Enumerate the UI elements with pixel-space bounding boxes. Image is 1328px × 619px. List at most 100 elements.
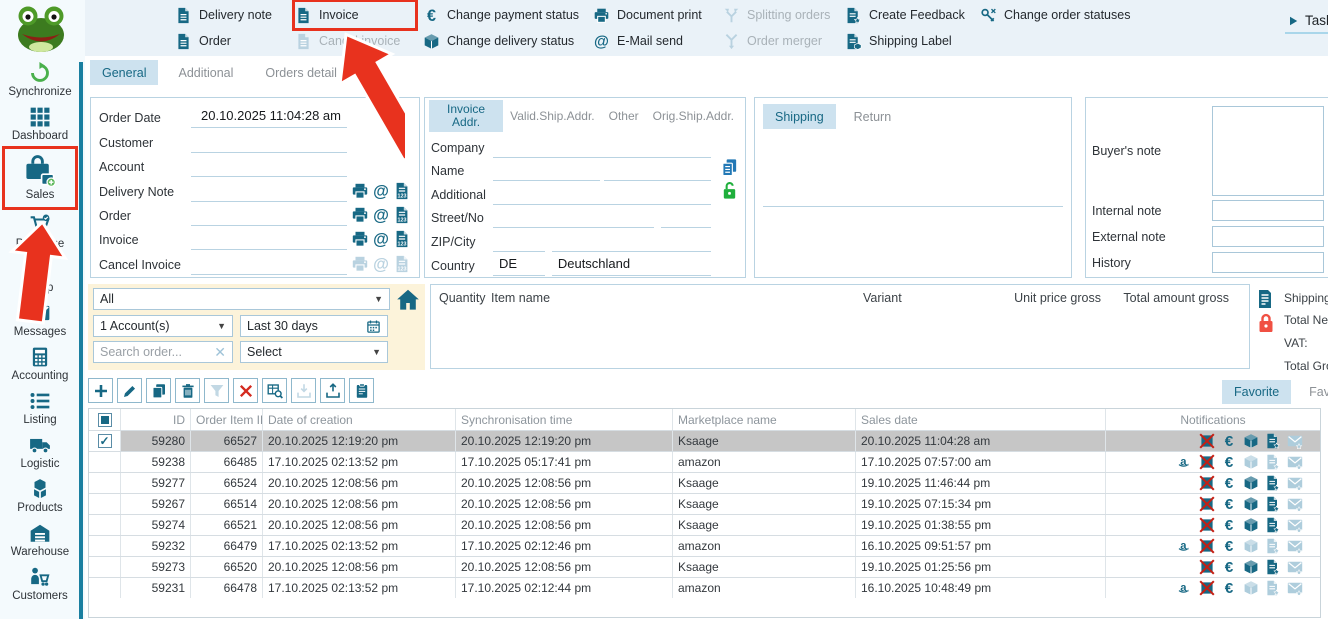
copy-table-button[interactable] bbox=[349, 378, 374, 403]
status-filter-select[interactable]: All ▼ bbox=[93, 288, 390, 310]
additional-input-0[interactable] bbox=[493, 185, 711, 205]
internal-note-input[interactable] bbox=[1212, 200, 1324, 221]
order-date-input[interactable]: 20.10.2025 11:04:28 am bbox=[191, 108, 347, 128]
shipping-box-icon[interactable] bbox=[1243, 496, 1259, 512]
buyers-note-textarea[interactable] bbox=[1212, 106, 1324, 196]
company-input-0[interactable] bbox=[493, 138, 711, 158]
shipping-box-icon[interactable] bbox=[1243, 538, 1259, 554]
row-checkbox[interactable] bbox=[89, 557, 121, 577]
address-tab-invoice-addr[interactable]: InvoiceAddr. bbox=[429, 100, 503, 132]
view-tab-favorite-1[interactable]: Favorite bbox=[1297, 380, 1328, 404]
order-row-59231[interactable]: 592316647817.10.2025 02:13:52 pm17.10.20… bbox=[89, 578, 1320, 599]
toolbar-item-change-delivery-status[interactable]: Change delivery status bbox=[423, 28, 585, 54]
header-order-item-id[interactable]: Order Item ID bbox=[191, 409, 263, 430]
cancel-order-icon[interactable] bbox=[1199, 433, 1215, 449]
invoice-input[interactable] bbox=[191, 230, 347, 250]
clear-button[interactable] bbox=[233, 378, 258, 403]
toolbar-item-change-order-statuses[interactable]: Change order statuses bbox=[980, 2, 1142, 28]
home-icon[interactable] bbox=[395, 288, 421, 312]
zip-city-input-1[interactable] bbox=[552, 232, 711, 252]
row-checkbox[interactable] bbox=[89, 515, 121, 535]
invoice-doc-icon[interactable] bbox=[1265, 433, 1281, 449]
payment-euro-icon[interactable]: € bbox=[1221, 538, 1237, 554]
account-input[interactable] bbox=[191, 157, 347, 177]
cancel-invoice-input[interactable] bbox=[191, 255, 347, 275]
row-checkbox[interactable]: ✓ bbox=[89, 431, 121, 451]
invoice-doc-icon[interactable] bbox=[1265, 559, 1281, 575]
filter-button[interactable] bbox=[204, 378, 229, 403]
toolbar-item-splitting-orders[interactable]: Splitting orders bbox=[723, 2, 837, 28]
name-input-1[interactable] bbox=[604, 161, 711, 181]
email-envelope-icon[interactable] bbox=[1287, 433, 1303, 449]
cancel-order-icon[interactable] bbox=[1199, 559, 1215, 575]
sidebar-item-warehouse[interactable]: Warehouse bbox=[2, 518, 78, 562]
email-envelope-icon[interactable] bbox=[1287, 580, 1303, 596]
cancel-order-icon[interactable] bbox=[1199, 538, 1215, 554]
customer-input[interactable] bbox=[191, 133, 347, 153]
zip-city-input-0[interactable] bbox=[493, 232, 545, 252]
cancel-order-icon[interactable] bbox=[1199, 454, 1215, 470]
row-checkbox[interactable] bbox=[89, 536, 121, 556]
view-tab-favorite-0[interactable]: Favorite bbox=[1222, 380, 1291, 404]
order-row-59273[interactable]: 592736652020.10.2025 12:08:56 pm20.10.20… bbox=[89, 557, 1320, 578]
invoice-doc-icon[interactable] bbox=[1265, 475, 1281, 491]
toolbar-item-order[interactable]: Order bbox=[175, 28, 287, 54]
cancel-order-icon[interactable] bbox=[1199, 580, 1215, 596]
sidebar-item-customers[interactable]: Customers bbox=[2, 562, 78, 606]
export-button[interactable] bbox=[320, 378, 345, 403]
email-envelope-icon[interactable] bbox=[1287, 496, 1303, 512]
edit-button[interactable] bbox=[117, 378, 142, 403]
payment-euro-icon[interactable]: € bbox=[1221, 475, 1237, 491]
invoice-doc-icon[interactable] bbox=[1265, 580, 1281, 596]
shipping-box-icon[interactable] bbox=[1243, 475, 1259, 491]
toolbar-item-shipping-label[interactable]: Shipping Label bbox=[845, 28, 972, 54]
copy-address-icon[interactable] bbox=[720, 158, 739, 177]
email-envelope-icon[interactable] bbox=[1287, 517, 1303, 533]
header-id[interactable]: ID bbox=[121, 409, 191, 430]
external-note-input[interactable] bbox=[1212, 226, 1324, 247]
select-all-checkbox[interactable] bbox=[89, 409, 121, 430]
header-synchronisation-time[interactable]: Synchronisation time bbox=[456, 409, 673, 430]
invoice-doc-icon[interactable] bbox=[1265, 517, 1281, 533]
tasks-button[interactable]: Tasks bbox=[1285, 11, 1328, 34]
header-marketplace-name[interactable]: Marketplace name bbox=[673, 409, 856, 430]
toolbar-item-document-print[interactable]: Document print bbox=[593, 2, 715, 28]
payment-euro-icon[interactable]: € bbox=[1221, 580, 1237, 596]
select-filter[interactable]: Select ▼ bbox=[240, 341, 388, 363]
cancel-order-icon[interactable] bbox=[1199, 496, 1215, 512]
payment-euro-icon[interactable]: € bbox=[1221, 559, 1237, 575]
payment-euro-icon[interactable]: € bbox=[1221, 496, 1237, 512]
row-checkbox[interactable] bbox=[89, 494, 121, 514]
delivery-note-input[interactable] bbox=[191, 182, 347, 202]
toolbar-item-delivery-note[interactable]: Delivery note bbox=[175, 2, 287, 28]
unlock-icon[interactable] bbox=[720, 181, 739, 200]
search-table-button[interactable] bbox=[262, 378, 287, 403]
payment-euro-icon[interactable]: € bbox=[1221, 454, 1237, 470]
tab-orders-detail[interactable]: Orders detail bbox=[253, 60, 349, 85]
history-input[interactable] bbox=[1212, 252, 1324, 273]
toolbar-item-e-mail-send[interactable]: @E-Mail send bbox=[593, 28, 715, 54]
accounts-filter-select[interactable]: 1 Account(s) ▼ bbox=[93, 315, 233, 337]
payment-euro-icon[interactable]: € bbox=[1221, 433, 1237, 449]
sidebar-scrollbar[interactable] bbox=[79, 62, 83, 619]
payment-euro-icon[interactable]: € bbox=[1221, 517, 1237, 533]
order-row-59238[interactable]: 592386648517.10.2025 02:13:52 pm17.10.20… bbox=[89, 452, 1320, 473]
header-date-of-creation[interactable]: Date of creation bbox=[263, 409, 456, 430]
delete-button[interactable] bbox=[175, 378, 200, 403]
sidebar-item-purchase[interactable]: Purchase bbox=[2, 210, 78, 254]
sidebar-item-sales[interactable]: Sales bbox=[2, 146, 78, 210]
order-row-59280[interactable]: ✓592806652720.10.2025 12:19:20 pm20.10.2… bbox=[89, 431, 1320, 452]
tab-additional[interactable]: Additional bbox=[166, 60, 245, 85]
row-checkbox[interactable] bbox=[89, 452, 121, 472]
row-checkbox[interactable] bbox=[89, 473, 121, 493]
header-notifications[interactable]: Notifications bbox=[1106, 409, 1320, 430]
toolbar-item-order-merger[interactable]: Order merger bbox=[723, 28, 837, 54]
toolbar-item-cancel-invoice[interactable]: Cancel invoice bbox=[295, 28, 415, 54]
shipping-tab-shipping[interactable]: Shipping bbox=[763, 104, 836, 129]
email-envelope-icon[interactable] bbox=[1287, 559, 1303, 575]
date-range-select[interactable]: Last 30 days bbox=[240, 315, 388, 337]
order-row-59267[interactable]: 592676651420.10.2025 12:08:56 pm20.10.20… bbox=[89, 494, 1320, 515]
shipping-tab-return[interactable]: Return bbox=[842, 104, 904, 129]
sidebar-item-products[interactable]: Products bbox=[2, 474, 78, 518]
order-input[interactable] bbox=[191, 206, 347, 226]
